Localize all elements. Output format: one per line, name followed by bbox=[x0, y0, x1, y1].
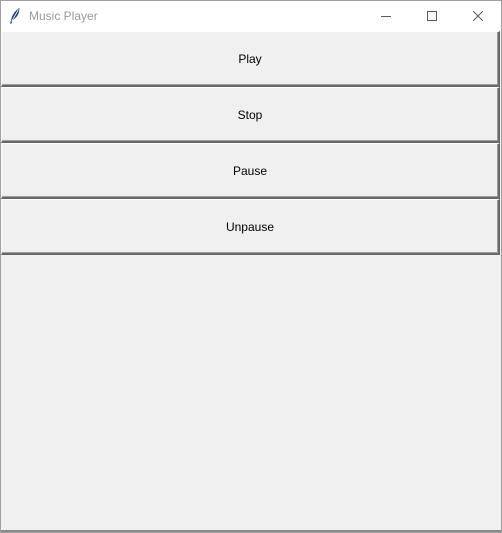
title-bar[interactable]: Music Player bbox=[1, 1, 501, 31]
feather-icon bbox=[1, 1, 29, 31]
unpause-button-label: Unpause bbox=[225, 219, 275, 234]
stop-button-label: Stop bbox=[237, 107, 263, 122]
window-controls bbox=[363, 1, 501, 31]
pause-button[interactable]: Pause bbox=[1, 143, 500, 199]
pause-button-label: Pause bbox=[232, 163, 268, 178]
maximize-icon[interactable] bbox=[409, 1, 455, 31]
music-player-window: Music Player Play Stop Pause Unpause bbox=[0, 0, 502, 533]
unpause-button[interactable]: Unpause bbox=[1, 199, 500, 255]
close-icon[interactable] bbox=[455, 1, 501, 31]
play-button[interactable]: Play bbox=[1, 31, 500, 87]
client-area: Play Stop Pause Unpause bbox=[1, 31, 501, 532]
minimize-icon[interactable] bbox=[363, 1, 409, 31]
window-bottom-border bbox=[1, 530, 501, 532]
stop-button[interactable]: Stop bbox=[1, 87, 500, 143]
play-button-label: Play bbox=[238, 51, 262, 66]
window-title: Music Player bbox=[29, 9, 98, 23]
